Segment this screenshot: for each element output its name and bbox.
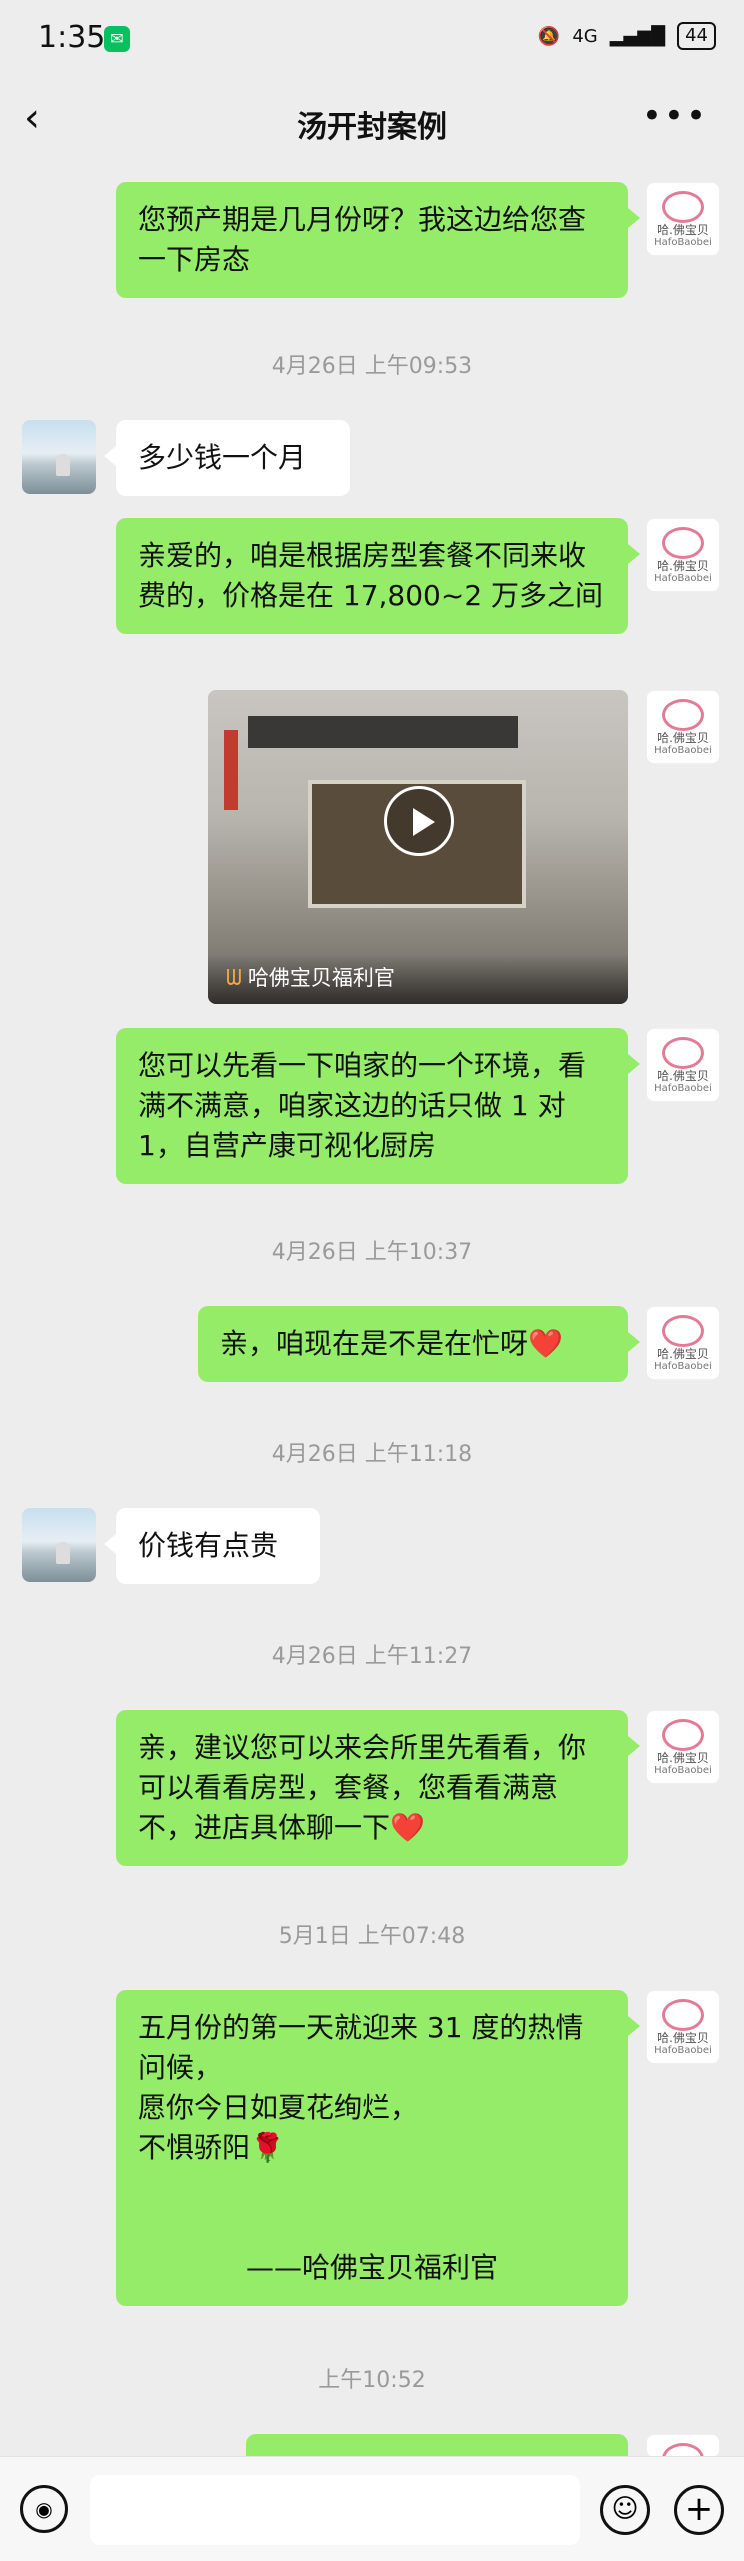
message-line: 愿你今日如夏花绚烂， — [138, 2091, 419, 2124]
clock: 1:35 — [38, 20, 106, 55]
chat-header: ‹ 汤开封案例 ••• — [0, 80, 744, 160]
timestamp: 4月26日 上午10:37 — [271, 1240, 473, 1265]
message-bubble[interactable]: 亲，咱现在是不是在忙呀❤️ — [198, 1306, 640, 1382]
brand-avatar[interactable]: 哈.佛宝贝 HafoBaobei — [646, 1710, 720, 1784]
flower-logo-icon — [662, 1999, 704, 2031]
message-row: 您可以先看一下咱家的一个环境，看满不满意，咱家这边的话只做 1 对 1，自营产康… — [116, 1028, 640, 1184]
emoji-icon[interactable]: ☺ — [600, 2485, 650, 2535]
message-row: 亲爱的，咱是根据房型套餐不同来收费的，价格是在 17,800~2 万多之间 — [116, 518, 640, 634]
timestamp: 上午10:52 — [318, 2368, 426, 2393]
timestamp: 4月26日 上午11:18 — [271, 1442, 473, 1467]
video-source-label: ᗯ 哈佛宝贝福利官 — [226, 966, 395, 991]
flower-logo-icon — [662, 1719, 704, 1751]
message-row — [246, 2434, 628, 2456]
timestamp: 5月1日 上午07:48 — [278, 1924, 466, 1949]
brand-avatar[interactable] — [646, 2434, 720, 2458]
input-bar: ◉ ☺ + — [0, 2456, 744, 2561]
message-row: 多少钱一个月 — [104, 420, 350, 496]
flag-decoration — [224, 730, 238, 810]
message-line: 不惧骄阳🌹 — [138, 2131, 285, 2164]
status-bar: 1:35 ✉ 🔕 4G ▂▄▆█ 44 — [0, 0, 744, 80]
wechat-notification-icon: ✉ — [104, 26, 130, 52]
channel-logo-icon: ᗯ — [226, 966, 242, 991]
brand-avatar[interactable]: 哈.佛宝贝 HafoBaobei — [646, 1306, 720, 1380]
voice-input-icon[interactable]: ◉ — [20, 2485, 68, 2533]
video-message[interactable]: ᗯ 哈佛宝贝福利官 — [208, 690, 628, 1004]
brand-avatar[interactable]: 哈.佛宝贝 HafoBaobei — [646, 518, 720, 592]
message-row: 亲，建议您可以来会所里先看看，你可以看看房型，套餐，您看看满意不，进店具体聊一下… — [116, 1710, 640, 1866]
message-bubble[interactable]: 五月份的第一天就迎来 31 度的热情问候， 愿你今日如夏花绚烂， 不惧骄阳🌹 —… — [116, 1990, 640, 2306]
plus-icon[interactable]: + — [674, 2485, 724, 2535]
flower-logo-icon — [662, 699, 704, 731]
brand-avatar[interactable]: 哈.佛宝贝 HafoBaobei — [646, 182, 720, 256]
signal-icon: ▂▄▆█ — [609, 25, 666, 47]
timestamp: 4月26日 上午11:27 — [271, 1644, 473, 1669]
play-icon[interactable] — [384, 786, 454, 856]
message-bubble[interactable]: 您可以先看一下咱家的一个环境，看满不满意，咱家这边的话只做 1 对 1，自营产康… — [116, 1028, 640, 1184]
message-bubble[interactable]: 您预产期是几月份呀？我这边给您查一下房态 — [116, 182, 640, 298]
storefront-sign — [248, 716, 518, 748]
message-signature: ——哈佛宝贝福利官 — [245, 2251, 498, 2284]
mute-icon: 🔕 — [537, 25, 561, 47]
message-row: 亲，咱现在是不是在忙呀❤️ — [198, 1306, 640, 1382]
more-dots-icon[interactable]: ••• — [642, 96, 708, 136]
flower-logo-icon — [662, 1315, 704, 1347]
status-icons: 🔕 4G ▂▄▆█ 44 — [538, 22, 716, 50]
user-avatar[interactable] — [22, 1508, 96, 1582]
brand-avatar[interactable]: 哈.佛宝贝 HafoBaobei — [646, 1990, 720, 2064]
brand-avatar[interactable]: 哈.佛宝贝 HafoBaobei — [646, 690, 720, 764]
message-row: 五月份的第一天就迎来 31 度的热情问候， 愿你今日如夏花绚烂， 不惧骄阳🌹 —… — [116, 1990, 640, 2306]
chat-title: 汤开封案例 — [297, 110, 447, 145]
message-bubble[interactable]: 多少钱一个月 — [104, 420, 350, 496]
user-avatar[interactable] — [22, 420, 96, 494]
network-label: 4G — [572, 25, 598, 47]
message-line: 五月份的第一天就迎来 31 度的热情问候， — [138, 2011, 584, 2084]
brand-avatar[interactable]: 哈.佛宝贝 HafoBaobei — [646, 1028, 720, 1102]
battery-indicator: 44 — [677, 22, 716, 50]
message-bubble-partial[interactable] — [246, 2434, 628, 2456]
message-bubble[interactable]: 亲爱的，咱是根据房型套餐不同来收费的，价格是在 17,800~2 万多之间 — [116, 518, 640, 634]
flower-logo-icon — [662, 1037, 704, 1069]
message-bubble[interactable]: 亲，建议您可以来会所里先看看，你可以看看房型，套餐，您看看满意不，进店具体聊一下… — [116, 1710, 640, 1866]
message-row: 价钱有点贵 — [104, 1508, 320, 1584]
flower-logo-icon — [662, 527, 704, 559]
message-input[interactable] — [90, 2475, 580, 2545]
message-bubble[interactable]: 价钱有点贵 — [104, 1508, 320, 1584]
message-row: 您预产期是几月份呀？我这边给您查一下房态 — [116, 182, 640, 298]
timestamp: 4月26日 上午09:53 — [271, 354, 473, 379]
flower-logo-icon — [662, 191, 704, 223]
